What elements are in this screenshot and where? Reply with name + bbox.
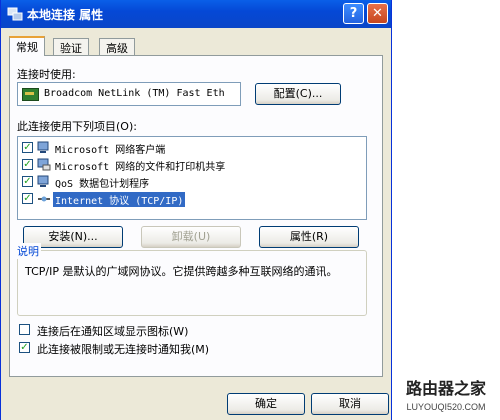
item-label: Internet 协议 (TCP/IP): [53, 192, 186, 207]
description-text: TCP/IP 是默认的广域网协议。它提供跨越多种互联网络的通讯。: [25, 265, 338, 278]
watermark-logo: 路由器之家 LUYOUQI520.COM: [406, 379, 487, 412]
list-item-selected[interactable]: ✓ Internet 协议 (TCP/IP): [20, 191, 364, 207]
configure-button[interactable]: 配置(C)...: [255, 83, 341, 105]
tab-general[interactable]: 常规: [9, 36, 45, 56]
items-label: 此连接使用下列项目(O):: [17, 120, 137, 133]
watermark-logo-text: 路由器之家: [406, 379, 487, 398]
cancel-button[interactable]: 取消: [311, 393, 389, 415]
checkbox-client[interactable]: ✓: [22, 142, 33, 153]
checkbox-qos[interactable]: ✓: [22, 176, 33, 187]
tab-authentication[interactable]: 验证: [53, 38, 89, 55]
item-label: Microsoft 网络客户端: [55, 145, 166, 156]
components-list[interactable]: ✓ Microsoft 网络客户端 ✓ Microsoft 网络的文件和打印机共…: [17, 136, 367, 220]
adapter-field: Broadcom NetLink (TM) Fast Eth: [17, 82, 241, 106]
notify-checkbox[interactable]: ✓: [19, 342, 30, 353]
connect-using-label: 连接时使用:: [17, 68, 76, 81]
description-title: 说明: [15, 243, 41, 259]
item-label: QoS 数据包计划程序: [55, 179, 150, 190]
adapter-name: Broadcom NetLink (TM) Fast Eth: [44, 88, 225, 99]
title-bar[interactable]: 本地连接 属性 ? ✕: [1, 0, 391, 28]
properties-button[interactable]: 属性(R): [259, 226, 359, 248]
list-item[interactable]: ✓ QoS 数据包计划程序: [20, 174, 364, 190]
dialog-title: 本地连接 属性: [27, 8, 104, 22]
list-item[interactable]: ✓ Microsoft 网络客户端: [20, 140, 364, 156]
file-printer-sharing-icon: [37, 158, 51, 171]
network-adapter-icon: [22, 88, 39, 101]
help-button[interactable]: ?: [343, 3, 364, 24]
description-group: [17, 250, 367, 316]
uninstall-button[interactable]: 卸载(U): [141, 226, 241, 248]
network-client-icon: [37, 141, 49, 153]
network-connection-icon: [7, 7, 23, 21]
watermark-url: LUYOUQI520.COM: [406, 402, 485, 412]
close-button[interactable]: ✕: [367, 3, 388, 24]
qos-scheduler-icon: [37, 175, 49, 187]
notify-label[interactable]: 此连接被限制或无连接时通知我(M): [37, 341, 209, 357]
checkbox-tcpip[interactable]: ✓: [22, 193, 33, 204]
protocol-icon: [38, 196, 50, 202]
checkbox-sharing[interactable]: ✓: [22, 159, 33, 170]
list-item[interactable]: ✓ Microsoft 网络的文件和打印机共享: [20, 157, 364, 173]
item-label: Microsoft 网络的文件和打印机共享: [55, 162, 226, 173]
ok-button[interactable]: 确定: [227, 393, 305, 415]
properties-dialog: 本地连接 属性 ? ✕ 常规 验证 高级 连接时使用: Broadcom Net…: [0, 0, 392, 420]
show-icon-label[interactable]: 连接后在通知区域显示图标(W): [37, 323, 188, 339]
tab-advanced[interactable]: 高级: [99, 38, 135, 55]
show-icon-checkbox[interactable]: [19, 324, 30, 335]
